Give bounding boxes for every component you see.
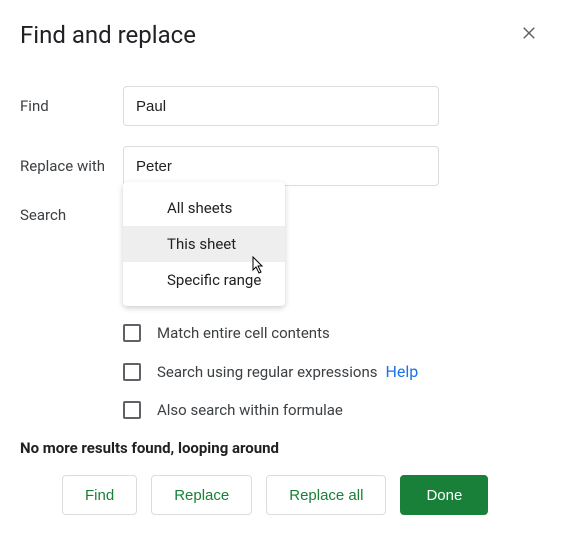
status-message: No more results found, looping around (20, 439, 542, 457)
regex-label: Search using regular expressions (157, 363, 378, 381)
done-button[interactable]: Done (400, 475, 488, 515)
formulae-checkbox[interactable] (123, 401, 141, 419)
close-icon (520, 24, 538, 42)
dropdown-item-specific-range[interactable]: Specific range (123, 262, 285, 298)
replace-input[interactable] (123, 146, 439, 186)
dropdown-item-this-sheet[interactable]: This sheet (123, 226, 285, 262)
search-label: Search (20, 206, 123, 224)
replace-label: Replace with (20, 157, 123, 175)
dialog-title: Find and replace (20, 21, 196, 49)
regex-help-link[interactable]: Help (386, 362, 419, 381)
match-entire-checkbox[interactable] (123, 324, 141, 342)
replace-button[interactable]: Replace (151, 475, 252, 515)
dropdown-item-all-sheets[interactable]: All sheets (123, 190, 285, 226)
replace-all-button[interactable]: Replace all (266, 475, 386, 515)
search-dropdown[interactable]: All sheets This sheet Specific range (123, 182, 285, 306)
find-input[interactable] (123, 86, 439, 126)
formulae-label: Also search within formulae (157, 401, 343, 419)
regex-checkbox[interactable] (123, 363, 141, 381)
find-label: Find (20, 97, 123, 115)
close-button[interactable] (516, 20, 542, 50)
find-button[interactable]: Find (62, 475, 137, 515)
match-entire-label: Match entire cell contents (157, 324, 330, 342)
